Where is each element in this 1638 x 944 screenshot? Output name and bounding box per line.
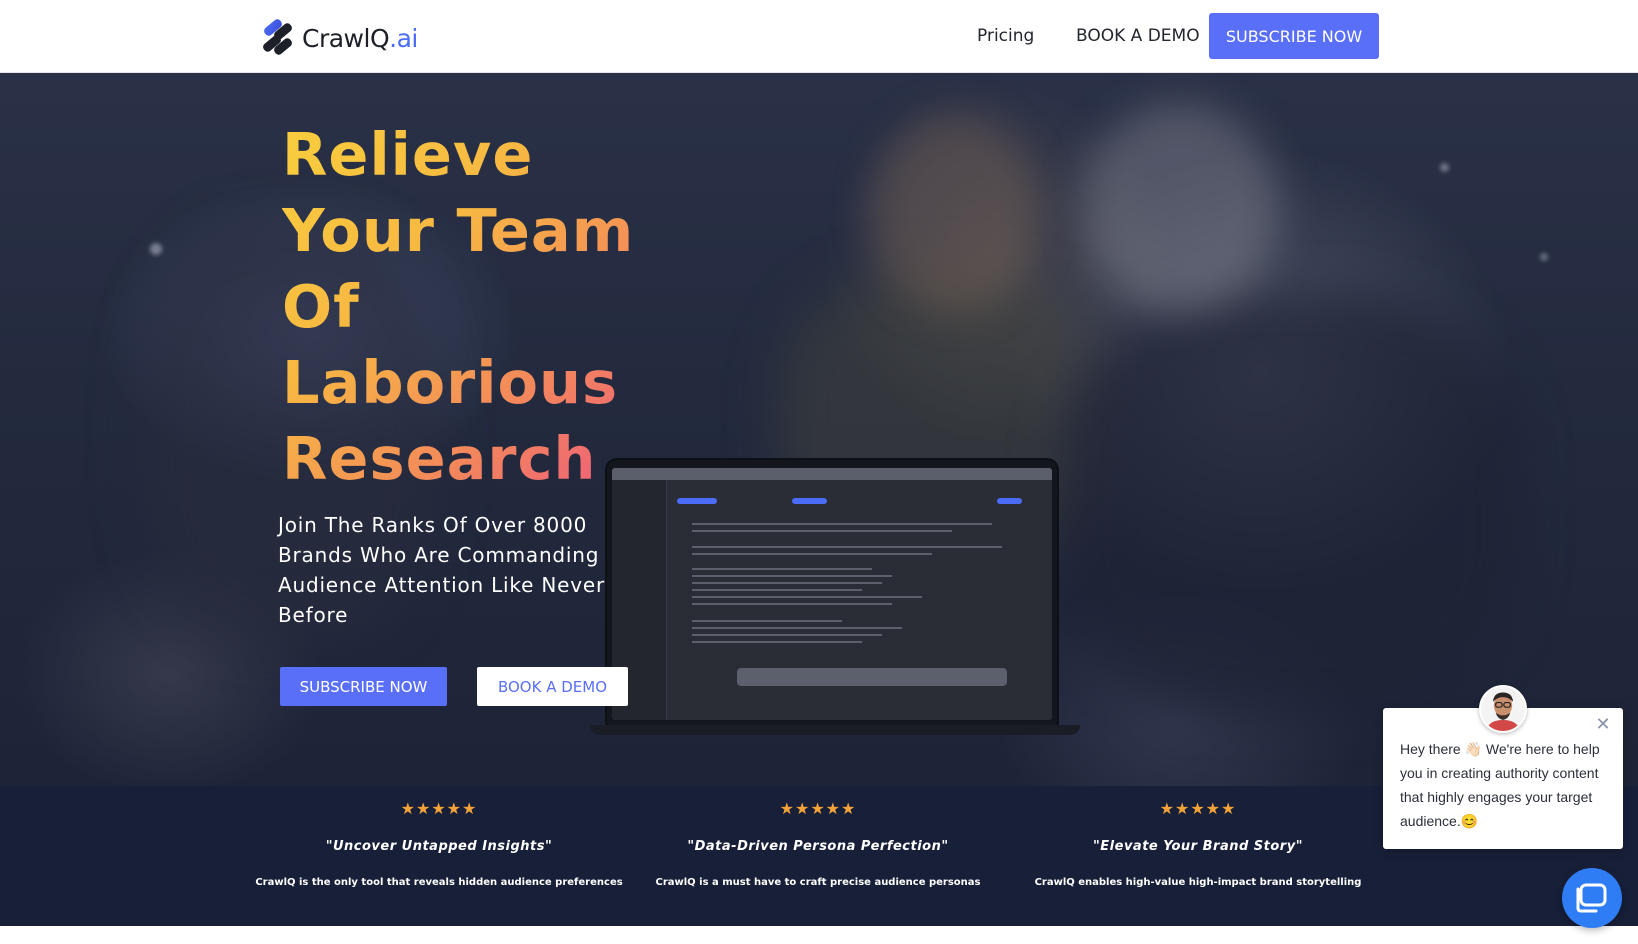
hero-bg-light bbox=[150, 243, 162, 255]
hero-subscribe-button[interactable]: SUBSCRIBE NOW bbox=[280, 667, 447, 706]
laptop-screen-chip bbox=[997, 498, 1022, 504]
chat-launcher-button[interactable] bbox=[1562, 868, 1622, 928]
hero-bg-figure-right bbox=[1060, 293, 1520, 713]
logo-suffix: .ai bbox=[389, 23, 418, 53]
laptop-screen-text bbox=[692, 523, 992, 525]
laptop-mockup bbox=[607, 460, 1057, 725]
logo-name: CrawlQ bbox=[302, 23, 390, 53]
laptop-screen-text bbox=[692, 641, 862, 643]
testimonial-text: CrawlQ is a must have to craft precise a… bbox=[655, 877, 981, 888]
laptop-screen-text bbox=[692, 568, 872, 570]
laptop-screen-text bbox=[692, 603, 892, 605]
laptop-screen-text bbox=[692, 589, 862, 591]
testimonial-text: CrawlQ is the only tool that reveals hid… bbox=[255, 877, 623, 888]
star-rating-icons: ★★★★★ bbox=[779, 799, 857, 818]
crawlq-logo[interactable]: CrawlQ.ai bbox=[259, 18, 418, 58]
laptop-screen bbox=[612, 468, 1052, 720]
laptop-screen-text bbox=[692, 596, 922, 598]
testimonial-quote: "Elevate Your Brand Story" bbox=[1093, 839, 1303, 854]
laptop-screen-text bbox=[692, 530, 952, 532]
nav-pricing-link[interactable]: Pricing bbox=[977, 24, 1034, 48]
laptop-screen-chip bbox=[677, 498, 717, 504]
testimonial-quote: "Data-Driven Persona Perfection" bbox=[687, 839, 949, 854]
laptop-screen-text bbox=[692, 620, 842, 622]
top-navbar: CrawlQ.ai Pricing BOOK A DEMO SUBSCRIBE … bbox=[0, 0, 1638, 73]
hero-bg-light bbox=[1440, 163, 1449, 172]
laptop-screen-text bbox=[692, 553, 932, 555]
nav-book-demo-link[interactable]: BOOK A DEMO bbox=[1076, 24, 1200, 48]
chat-close-icon[interactable]: ✕ bbox=[1594, 716, 1612, 734]
agent-avatar-icon bbox=[1481, 687, 1525, 731]
laptop-screen-text bbox=[692, 627, 902, 629]
logo-wordmark: CrawlQ.ai bbox=[302, 26, 418, 51]
hero-bg-head-center bbox=[870, 113, 1040, 313]
hero-subheadline: Join The Ranks Of Over 8000 Brands Who A… bbox=[278, 513, 605, 627]
laptop-screen-chip bbox=[792, 498, 827, 504]
hero-book-demo-button[interactable]: BOOK A DEMO bbox=[477, 667, 628, 706]
crawlq-logo-icon bbox=[263, 19, 292, 55]
laptop-base bbox=[590, 725, 1080, 735]
hero-bg-head-right bbox=[1080, 103, 1280, 313]
laptop-screen-text bbox=[692, 546, 1002, 548]
chat-agent-avatar bbox=[1479, 685, 1527, 733]
laptop-screen-input bbox=[737, 668, 1007, 686]
hero-headline: Relieve Your Team Of Laborious Research bbox=[282, 117, 682, 497]
nav-subscribe-button[interactable]: SUBSCRIBE NOW bbox=[1209, 13, 1379, 59]
laptop-screen-text bbox=[692, 582, 882, 584]
hero-bg-light bbox=[1540, 253, 1548, 261]
testimonial-quote: "Uncover Untapped Insights" bbox=[325, 839, 553, 854]
star-rating-icons: ★★★★★ bbox=[400, 799, 478, 818]
star-rating-icons: ★★★★★ bbox=[1159, 799, 1237, 818]
laptop-screen-text bbox=[692, 634, 882, 636]
hero-section: Relieve Your Team Of Laborious Research … bbox=[0, 73, 1638, 786]
page-bottom-strip bbox=[0, 926, 1638, 944]
chat-bubble-icon bbox=[1576, 883, 1607, 913]
laptop-screen-text bbox=[692, 575, 892, 577]
testimonial-text: CrawlQ enables high-value high-impact br… bbox=[1034, 877, 1362, 888]
chat-welcome-message: Hey there 👋🏻 We're here to help you in c… bbox=[1400, 741, 1600, 829]
